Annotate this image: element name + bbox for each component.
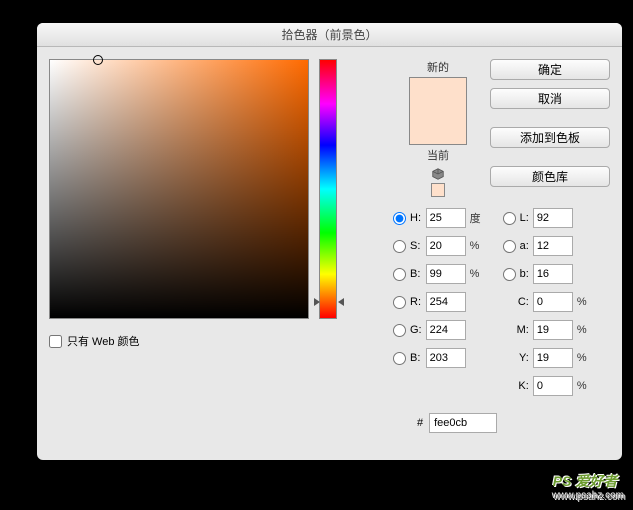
m-unit: %	[577, 324, 587, 336]
r-input[interactable]	[426, 292, 466, 312]
bv-radio[interactable]: B:	[393, 268, 422, 281]
k-unit: %	[577, 380, 587, 392]
watermark: PS 爱好者 www.psahz.com	[553, 471, 625, 502]
web-only-label: 只有 Web 颜色	[67, 333, 140, 349]
g-radio[interactable]: G:	[393, 324, 422, 337]
l-input[interactable]	[533, 208, 573, 228]
c-unit: %	[577, 296, 587, 308]
s-radio[interactable]: S:	[393, 240, 422, 253]
y-unit: %	[577, 352, 587, 364]
current-color-label: 当前	[393, 147, 483, 163]
web-only-input[interactable]	[49, 335, 62, 348]
r-radio[interactable]: R:	[393, 296, 422, 309]
web-only-checkbox[interactable]: 只有 Web 颜色	[49, 333, 379, 349]
hue-slider-thumb[interactable]	[338, 298, 344, 306]
k-input[interactable]	[533, 376, 573, 396]
saturation-brightness-field[interactable]	[49, 59, 309, 319]
hex-label: #	[417, 417, 423, 429]
current-color-swatch[interactable]	[410, 111, 466, 144]
g-input[interactable]	[426, 320, 466, 340]
b-radio[interactable]: b:	[503, 268, 529, 281]
gamut-warning-icon[interactable]	[431, 167, 445, 181]
s-input[interactable]	[426, 236, 466, 256]
cancel-button[interactable]: 取消	[490, 88, 610, 109]
hex-row: #	[417, 413, 497, 433]
watermark-url: www.psahz.com	[553, 491, 625, 502]
y-input[interactable]	[533, 348, 573, 368]
a-input[interactable]	[533, 236, 573, 256]
watermark-text: PS 爱好者	[553, 473, 618, 489]
add-swatch-button[interactable]: 添加到色板	[490, 127, 610, 148]
color-picker-dialog: 拾色器（前景色） 只有 Web 颜色 新的 当前	[37, 23, 622, 460]
m-input[interactable]	[533, 320, 573, 340]
color-swatch	[409, 77, 467, 145]
m-label: M:	[503, 324, 529, 336]
bc-radio[interactable]: B:	[393, 352, 422, 365]
h-input[interactable]	[426, 208, 466, 228]
value-inputs: H: 度 L: S: % a: B: % b: R: C: % G: M: %	[393, 208, 587, 396]
new-color-swatch[interactable]	[410, 78, 466, 111]
closest-safe-swatch[interactable]	[431, 183, 445, 197]
b-input[interactable]	[533, 264, 573, 284]
bv-input[interactable]	[426, 264, 466, 284]
hue-slider[interactable]	[319, 59, 337, 319]
s-unit: %	[470, 240, 481, 252]
left-column: 只有 Web 颜色	[49, 59, 379, 349]
picker-area	[49, 59, 379, 319]
c-input[interactable]	[533, 292, 573, 312]
titlebar[interactable]: 拾色器（前景色）	[37, 23, 622, 47]
a-radio[interactable]: a:	[503, 240, 529, 253]
l-radio[interactable]: L:	[503, 212, 529, 225]
c-label: C:	[503, 296, 529, 308]
new-color-label: 新的	[393, 59, 483, 75]
k-label: K:	[503, 380, 529, 392]
ok-button[interactable]: 确定	[490, 59, 610, 80]
bc-input[interactable]	[426, 348, 466, 368]
h-unit: 度	[470, 210, 481, 226]
bv-unit: %	[470, 268, 481, 280]
hex-input[interactable]	[429, 413, 497, 433]
color-libraries-button[interactable]: 颜色库	[490, 166, 610, 187]
h-radio[interactable]: H:	[393, 212, 422, 225]
y-label: Y:	[503, 352, 529, 364]
field-marker[interactable]	[93, 55, 103, 65]
